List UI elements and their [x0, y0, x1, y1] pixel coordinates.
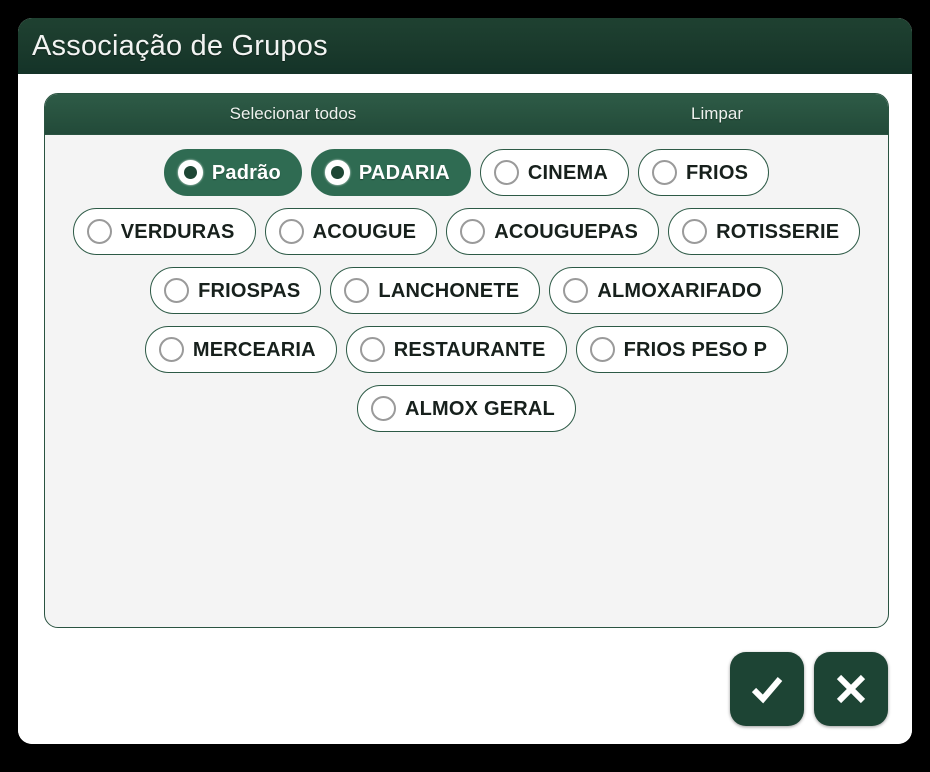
group-chip[interactable]: ROTISSERIE: [668, 208, 861, 255]
group-chip-label: FRIOSPAS: [198, 279, 301, 302]
radio-selected-icon[interactable]: [324, 160, 350, 185]
radio-unselected-icon[interactable]: [460, 219, 486, 244]
radio-unselected-icon[interactable]: [652, 160, 677, 185]
clear-selection-button[interactable]: Limpar: [607, 94, 827, 134]
group-chip-label: RESTAURANTE: [393, 338, 546, 361]
radio-unselected-icon[interactable]: [589, 337, 615, 362]
cancel-button[interactable]: [814, 652, 888, 726]
group-chip-label: FRIOS PESO P: [623, 338, 768, 361]
panel-header-toolbar: Selecionar todos Limpar: [45, 94, 888, 135]
group-chip-label: LANCHONETE: [378, 279, 520, 302]
group-chip[interactable]: FRIOS PESO P: [575, 326, 789, 373]
group-chip[interactable]: CINEMA: [479, 149, 629, 196]
select-all-button[interactable]: Selecionar todos: [163, 94, 423, 134]
radio-unselected-icon[interactable]: [359, 337, 385, 362]
dialog-action-buttons: [730, 652, 888, 726]
group-chip-list: Padrão PADARIA CINEMA FRIOS VERDURAS ACOUGUE A…: [45, 135, 888, 627]
dialog-body: Selecionar todos Limpar Padrão PADARIA CIN…: [18, 74, 912, 744]
group-chip-label: MERCEARIA: [192, 338, 316, 361]
radio-unselected-icon[interactable]: [86, 219, 112, 244]
radio-unselected-icon[interactable]: [158, 337, 184, 362]
group-association-dialog: Associação de Grupos Selecionar todos Li…: [18, 18, 912, 744]
group-chip-row: VERDURAS ACOUGUE ACOUGUEPAS ROTISSERIE: [55, 208, 878, 255]
confirm-button[interactable]: [730, 652, 804, 726]
group-chip-label: CINEMA: [527, 161, 608, 184]
group-chip[interactable]: ALMOX GERAL: [357, 385, 576, 432]
group-chip-label: ACOUGUEPAS: [494, 220, 639, 243]
radio-unselected-icon[interactable]: [371, 396, 396, 421]
group-chip-label: ROTISSERIE: [716, 220, 840, 243]
radio-unselected-icon[interactable]: [344, 278, 370, 303]
dialog-title: Associação de Grupos: [32, 29, 328, 62]
group-chip[interactable]: FRIOS: [638, 149, 770, 196]
group-chip[interactable]: RESTAURANTE: [345, 326, 567, 373]
radio-unselected-icon[interactable]: [493, 160, 519, 185]
group-chip-label: PADARIA: [358, 161, 450, 184]
group-chip[interactable]: ACOUGUE: [264, 208, 438, 255]
dialog-titlebar: Associação de Grupos: [18, 18, 912, 74]
check-icon: [745, 667, 789, 711]
group-chip[interactable]: ALMOXARIFADO: [549, 267, 783, 314]
radio-unselected-icon[interactable]: [682, 219, 708, 244]
group-chip[interactable]: PADARIA: [310, 149, 471, 196]
group-chip[interactable]: MERCEARIA: [144, 326, 337, 373]
radio-unselected-icon[interactable]: [278, 219, 304, 244]
radio-unselected-icon[interactable]: [164, 278, 190, 303]
group-chip-row: MERCEARIA RESTAURANTE FRIOS PESO P: [55, 326, 878, 373]
group-chip-row: ALMOX GERAL: [55, 385, 878, 432]
radio-selected-icon[interactable]: [177, 160, 203, 185]
radio-unselected-icon[interactable]: [563, 278, 589, 303]
group-chip[interactable]: FRIOSPAS: [150, 267, 322, 314]
group-chip[interactable]: Padrão: [163, 149, 302, 196]
group-chip-label: VERDURAS: [120, 220, 235, 243]
group-chip[interactable]: LANCHONETE: [330, 267, 541, 314]
group-chip[interactable]: ACOUGUEPAS: [446, 208, 660, 255]
group-chip-label: ACOUGUE: [312, 220, 417, 243]
group-chip-row: FRIOSPAS LANCHONETE ALMOXARIFADO: [55, 267, 878, 314]
group-chip[interactable]: VERDURAS: [72, 208, 256, 255]
group-chip-row: Padrão PADARIA CINEMA FRIOS: [55, 149, 878, 196]
group-chip-label: ALMOX GERAL: [405, 397, 555, 420]
group-chip-label: FRIOS: [686, 161, 749, 184]
group-selection-panel: Selecionar todos Limpar Padrão PADARIA CIN…: [44, 93, 889, 628]
group-chip-label: ALMOXARIFADO: [597, 279, 762, 302]
close-icon: [829, 667, 873, 711]
group-chip-label: Padrão: [211, 161, 281, 184]
